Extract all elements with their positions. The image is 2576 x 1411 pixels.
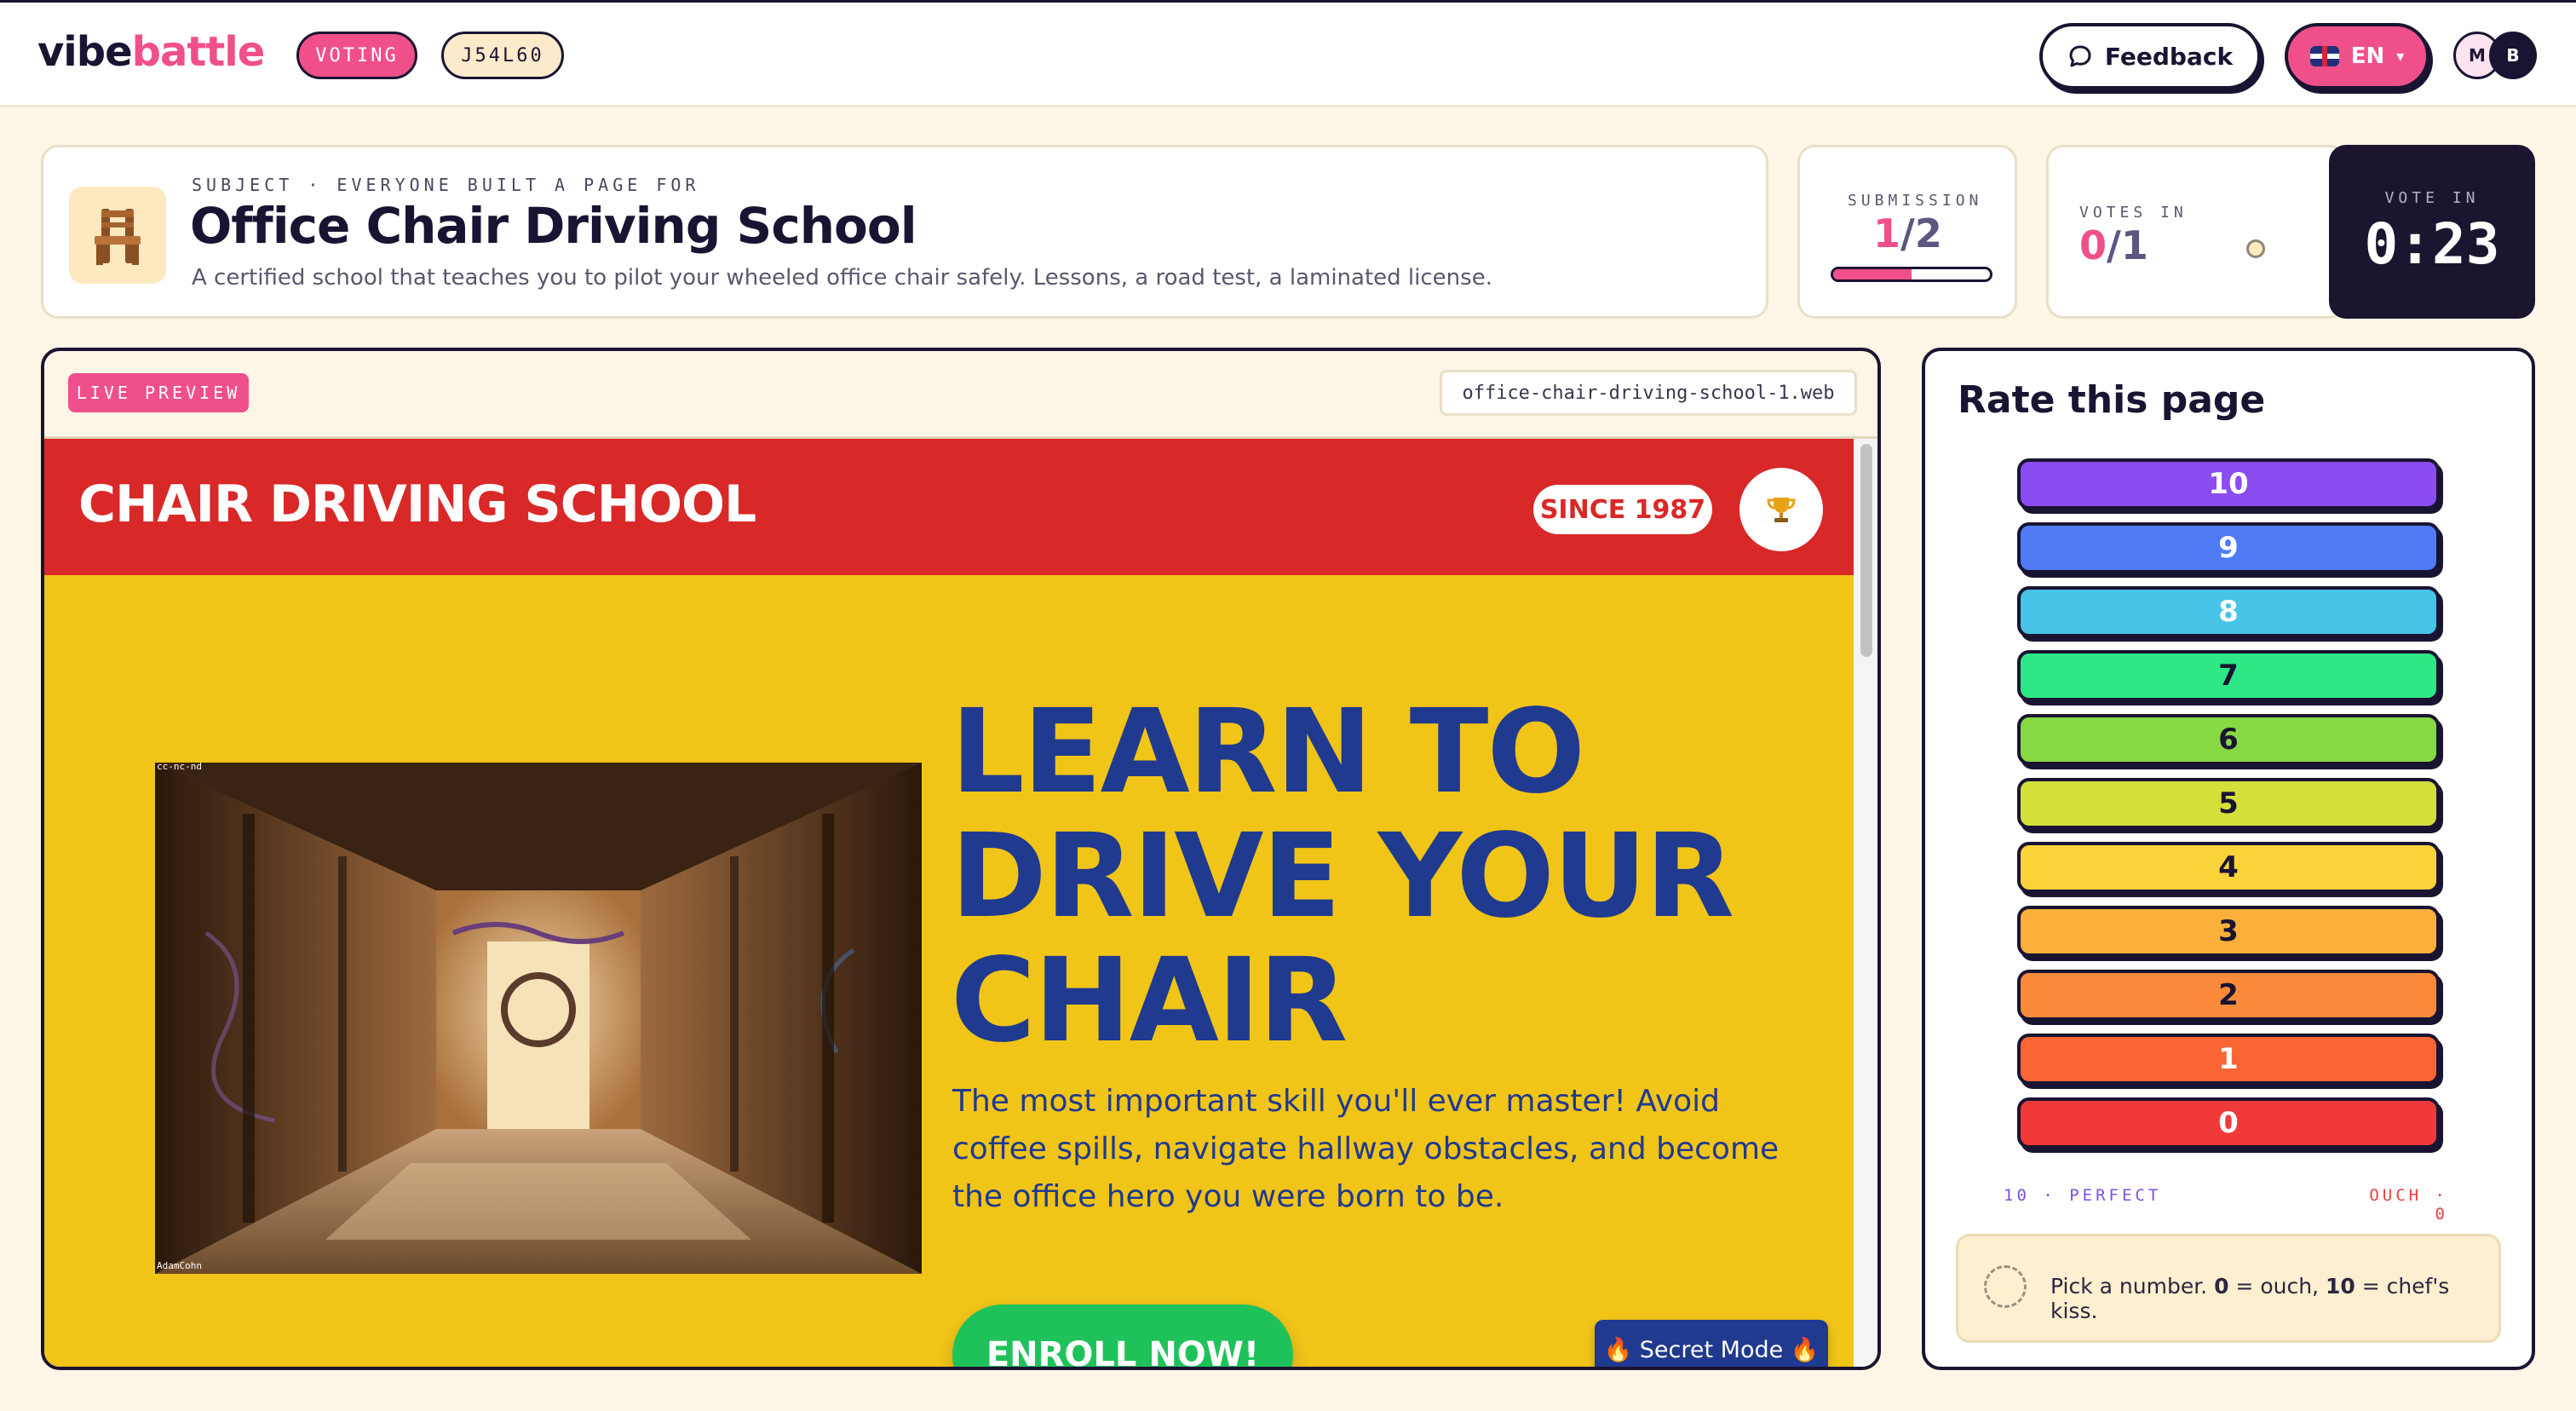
subject-icon-box — [69, 187, 166, 284]
hint-prefix: Pick a number. — [2050, 1274, 2215, 1299]
trophy-icon — [1767, 498, 1796, 522]
subject-eyebrow: SUBJECT · EVERYONE BUILT A PAGE FOR — [192, 175, 700, 195]
submission-label: SUBMISSION — [1848, 192, 1983, 210]
subject-card: SUBJECT · EVERYONE BUILT A PAGE FOR Offi… — [41, 145, 1768, 319]
enroll-now-button[interactable]: ENROLL NOW! — [952, 1304, 1293, 1367]
chevron-down-icon: ▾ — [2396, 47, 2405, 66]
score-button-4[interactable]: 4 — [2017, 842, 2440, 893]
score-button-6[interactable]: 6 — [2017, 714, 2440, 765]
submission-progress-bar — [1831, 267, 1992, 282]
score-button-1[interactable]: 1 — [2017, 1034, 2440, 1085]
preview-scrollbar-thumb[interactable] — [1860, 444, 1872, 657]
score-button-9[interactable]: 9 — [2017, 522, 2440, 573]
hint-ten: 10 — [2325, 1274, 2355, 1299]
preview-iframe[interactable]: CHAIR DRIVING SCHOOL SINCE 1987 cc-nc-nd… — [44, 436, 1877, 1367]
rating-title: Rate this page — [1958, 378, 2266, 422]
live-preview-badge: LIVE PREVIEW — [68, 373, 249, 412]
hero-title-line: DRIVE YOUR — [951, 809, 1734, 944]
hint-mid: = ouch, — [2228, 1274, 2326, 1299]
votes-current: 0 — [2079, 222, 2107, 268]
photo-author-label: AdamCohn — [157, 1260, 202, 1271]
rating-hint-box: Pick a number. 0 = ouch, 10 = chef's kis… — [1956, 1234, 2501, 1343]
submission-counter: 1/2 — [1873, 210, 1942, 256]
submission-card: SUBMISSION 1/2 — [1797, 145, 2017, 319]
language-label: EN — [2350, 43, 2385, 69]
vote-indicator-dot — [2246, 239, 2265, 258]
rating-hint-text: Pick a number. 0 = ouch, 10 = chef's kis… — [2050, 1274, 2498, 1323]
score-button-3[interactable]: 3 — [2017, 906, 2440, 957]
hero-subtitle: The most important skill you'll ever mas… — [952, 1084, 1780, 1214]
submission-progress-fill — [1833, 269, 1912, 279]
rating-panel: Rate this page 10 9 8 7 6 5 4 3 2 1 0 10… — [1922, 348, 2535, 1370]
hallway-image — [155, 763, 922, 1274]
pending-spinner-icon — [1984, 1265, 2027, 1308]
avatar[interactable]: B — [2489, 32, 2537, 79]
score-button-0[interactable]: 0 — [2017, 1097, 2440, 1149]
status-badge: VOTING — [296, 32, 417, 79]
hint-zero: 0 — [2214, 1274, 2229, 1299]
since-badge: SINCE 1987 — [1533, 485, 1712, 534]
hero-hallway-photo — [155, 763, 922, 1274]
timer-value: 0:23 — [2364, 211, 2500, 277]
chair-icon — [95, 209, 141, 265]
subject-title: Office Chair Driving School — [190, 197, 917, 255]
feedback-label: Feedback — [2104, 42, 2234, 71]
site-name: CHAIR DRIVING SCHOOL — [78, 475, 756, 534]
logo-text-vibe: vibe — [37, 28, 133, 76]
chat-bubble-icon — [2069, 45, 2091, 67]
scale-label-perfect: 10 · PERFECT — [2004, 1186, 2162, 1205]
score-button-7[interactable]: 7 — [2017, 650, 2440, 701]
top-bar: vibebattle VOTING J54L60 Feedback EN ▾ M… — [0, 0, 2576, 107]
vote-timer-card: VOTE IN 0:23 — [2329, 145, 2535, 319]
room-code-badge[interactable]: J54L60 — [441, 32, 564, 79]
votes-total: /1 — [2107, 222, 2148, 268]
secret-mode-button[interactable]: 🔥 Secret Mode 🔥 — [1595, 1320, 1828, 1367]
feedback-button[interactable]: Feedback — [2039, 23, 2261, 89]
language-selector[interactable]: EN ▾ — [2285, 23, 2429, 89]
app-logo[interactable]: vibebattle — [37, 28, 266, 76]
preview-url-field: office-chair-driving-school-1.web — [1440, 370, 1857, 416]
logo-text-battle: battle — [131, 28, 266, 76]
submission-current: 1 — [1873, 210, 1901, 256]
scale-label-ouch: OUCH · 0 — [2369, 1186, 2448, 1224]
submission-total: /2 — [1900, 210, 1942, 256]
score-button-8[interactable]: 8 — [2017, 586, 2440, 637]
votes-label: VOTES IN — [2079, 204, 2188, 222]
score-button-10[interactable]: 10 — [2017, 458, 2440, 510]
subject-description: A certified school that teaches you to p… — [192, 265, 1492, 291]
hero-title-line: LEARN TO — [951, 685, 1585, 820]
hero-title-line: CHAIR — [951, 934, 1348, 1068]
trophy-button[interactable] — [1739, 468, 1823, 551]
uk-flag-icon — [2309, 46, 2339, 66]
photo-license-label: cc-nc-nd — [157, 761, 202, 772]
site-header: CHAIR DRIVING SCHOOL SINCE 1987 — [44, 439, 1854, 575]
timer-label: VOTE IN — [2384, 189, 2480, 207]
votes-card: VOTES IN 0/1 — [2046, 145, 2346, 319]
score-button-5[interactable]: 5 — [2017, 778, 2440, 829]
votes-counter: 0/1 — [2079, 222, 2148, 268]
score-button-2[interactable]: 2 — [2017, 970, 2440, 1021]
live-preview-panel: LIVE PREVIEW office-chair-driving-school… — [41, 348, 1881, 1370]
